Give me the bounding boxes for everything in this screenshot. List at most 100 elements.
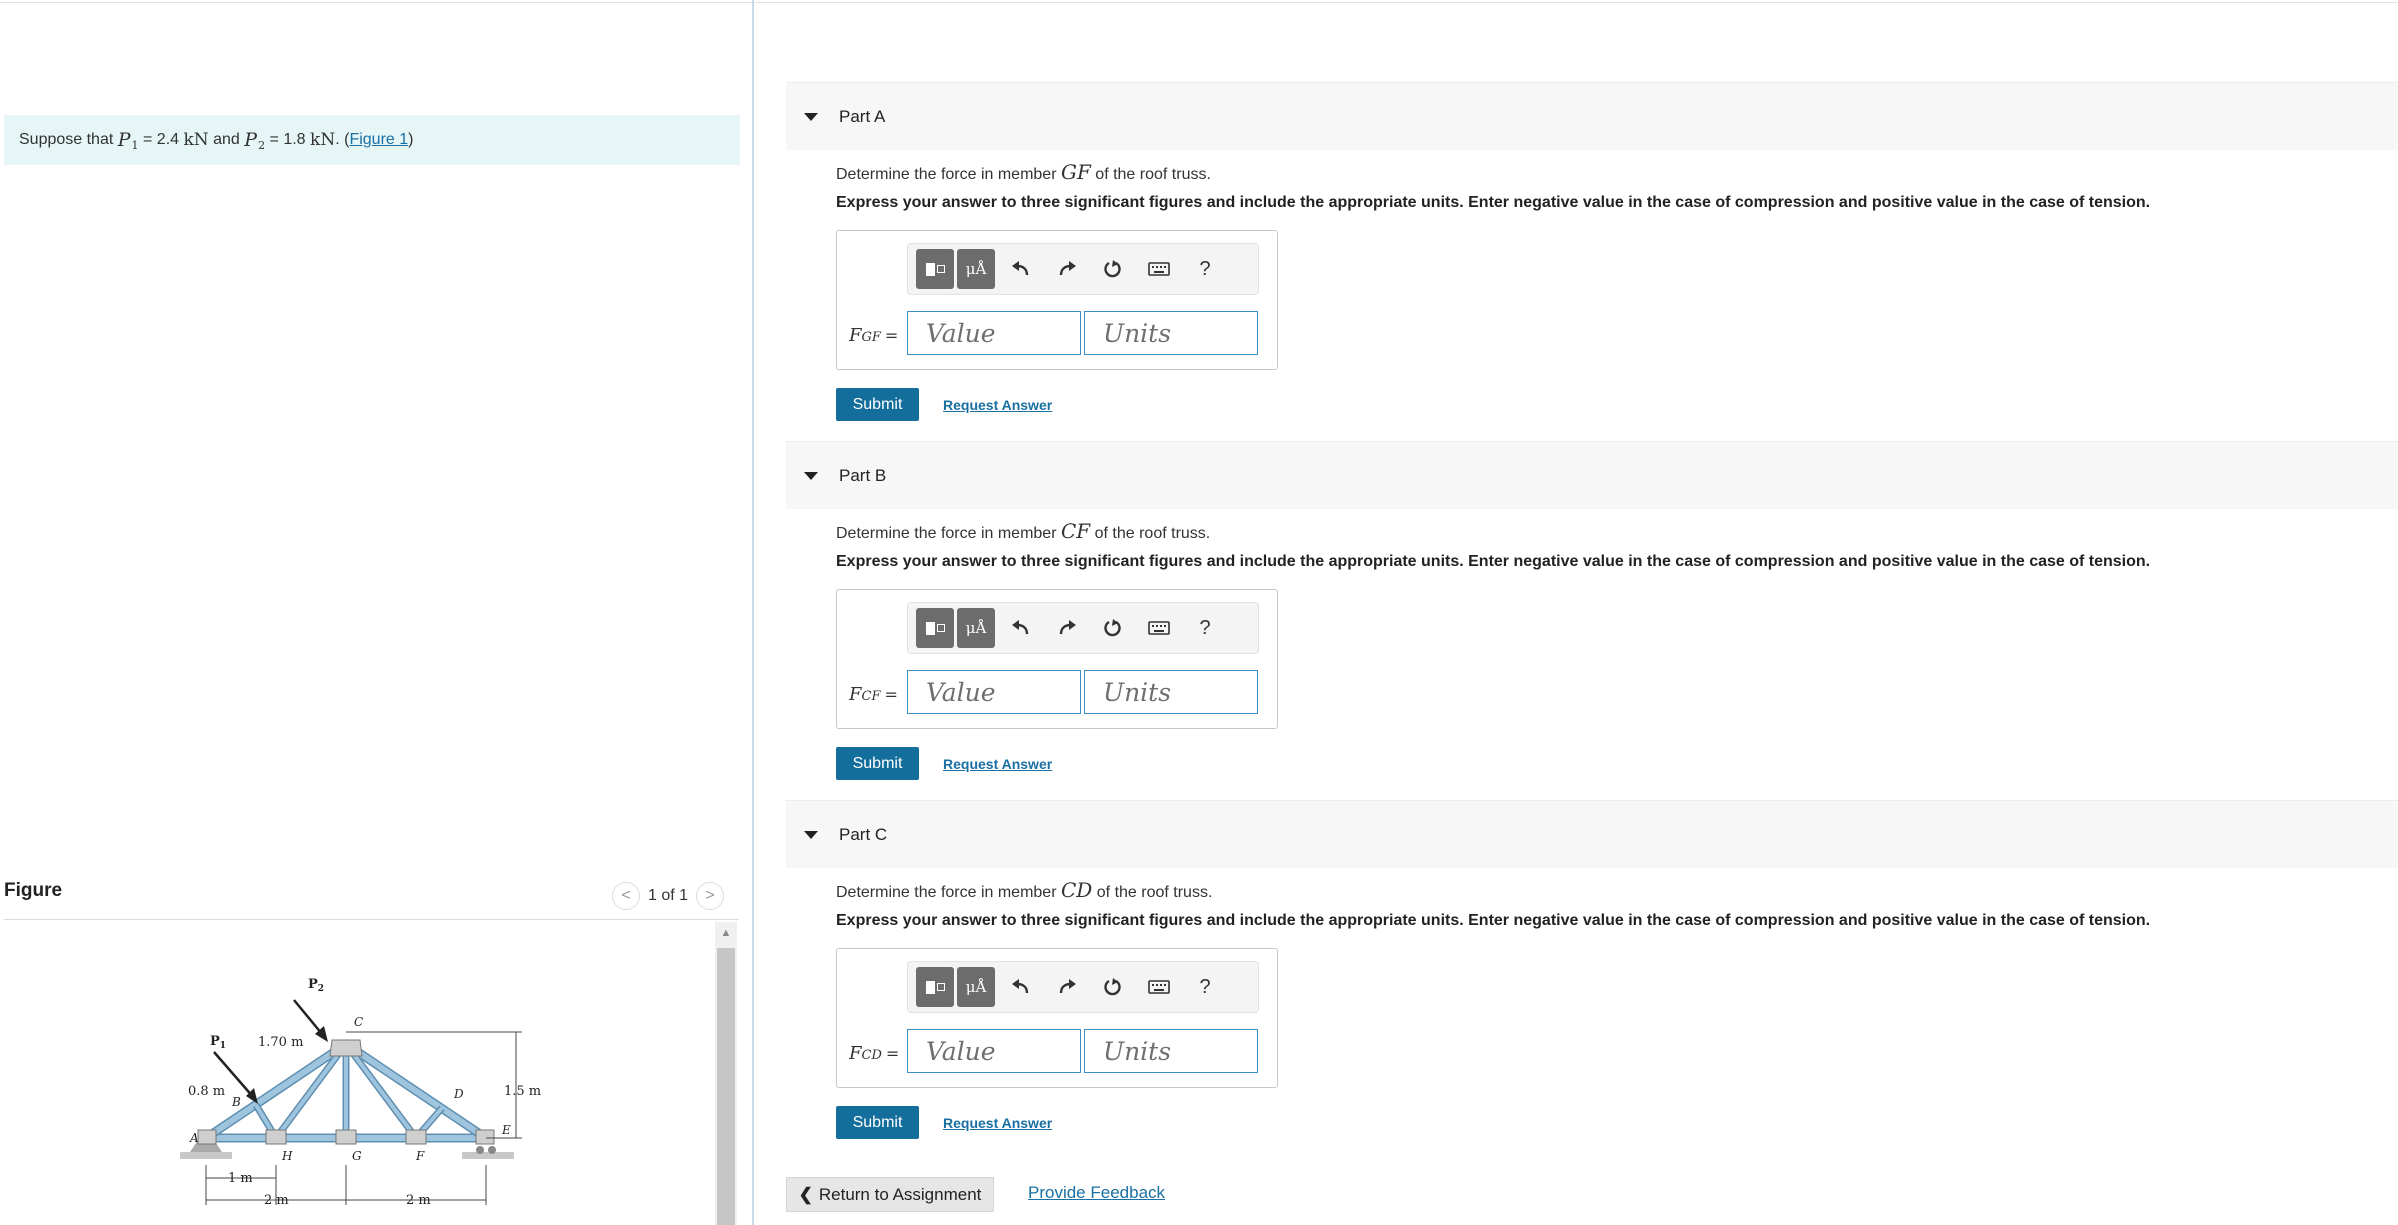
load-p2-arrow xyxy=(293,999,323,1035)
undo-icon[interactable] xyxy=(998,608,1044,648)
p2-unit: kN xyxy=(310,130,336,150)
help-icon[interactable]: ? xyxy=(1182,608,1228,648)
part-a-units-input[interactable] xyxy=(1084,311,1258,355)
part-b-member: CF xyxy=(1060,519,1091,543)
figure-divider xyxy=(4,919,739,920)
svg-text:C: C xyxy=(354,1015,363,1029)
part-b-request-answer-link[interactable]: Request Answer xyxy=(943,756,1052,772)
fig-label-2m-right: 2 m xyxy=(406,1193,431,1208)
part-a-value-input[interactable] xyxy=(907,311,1081,355)
svg-text:B: B xyxy=(231,1095,241,1109)
problem-panel: Suppose that P1 = 2.4 kN and P2 = 1.8 kN… xyxy=(0,0,754,1225)
svg-text:E: E xyxy=(501,1123,511,1137)
keyboard-icon[interactable] xyxy=(1136,967,1182,1007)
part-a-title: Part A xyxy=(839,106,886,126)
figure-pager: < 1 of 1 > xyxy=(612,882,725,910)
help-icon[interactable]: ? xyxy=(1182,249,1228,289)
units-button[interactable]: μÅ xyxy=(957,249,995,289)
help-icon[interactable]: ? xyxy=(1182,967,1228,1007)
fig-label-1m: 1 m xyxy=(228,1171,253,1186)
reset-icon[interactable] xyxy=(1090,967,1136,1007)
part-c-member: CD xyxy=(1060,878,1093,902)
templates-button[interactable] xyxy=(916,608,954,648)
redo-icon[interactable] xyxy=(1044,249,1090,289)
part-b-value-input[interactable] xyxy=(907,670,1081,714)
chevron-left-icon: < xyxy=(621,887,631,904)
redo-icon[interactable] xyxy=(1044,967,1090,1007)
figure-heading: Figure xyxy=(4,880,63,901)
part-c-question: Determine the force in member CD of the … xyxy=(836,878,1213,902)
svg-text:G: G xyxy=(352,1149,362,1163)
parts-panel: Part A Determine the force in member GF … xyxy=(786,0,2398,1225)
problem-intro: Suppose that xyxy=(19,131,114,148)
reset-icon[interactable] xyxy=(1090,249,1136,289)
scroll-up-arrow-icon[interactable]: ▲ xyxy=(715,922,737,944)
part-a-answer-box: μÅ ? FGF = xyxy=(836,230,1278,370)
part-c-title: Part C xyxy=(839,824,888,844)
part-c-units-input[interactable] xyxy=(1084,1029,1258,1073)
and-text: and xyxy=(213,131,240,148)
units-button[interactable]: μÅ xyxy=(957,608,995,648)
part-b-title: Part B xyxy=(839,465,887,485)
provide-feedback-link[interactable]: Provide Feedback xyxy=(1028,1183,1165,1203)
part-c-request-answer-link[interactable]: Request Answer xyxy=(943,1115,1052,1131)
fig-label-08m: 0.8 m xyxy=(188,1084,225,1099)
p2-symbol: P xyxy=(244,129,258,151)
right-ground xyxy=(462,1152,514,1159)
next-figure-button[interactable]: > xyxy=(696,882,725,910)
part-c-equation-label: FCD = xyxy=(849,1043,900,1064)
units-button[interactable]: μÅ xyxy=(957,967,995,1007)
fig-label-15m: 1.5 m xyxy=(504,1084,541,1099)
scroll-thumb[interactable] xyxy=(717,948,735,1225)
chevron-left-icon: ❮ xyxy=(798,1184,813,1204)
keyboard-icon[interactable] xyxy=(1136,249,1182,289)
math-toolbar: μÅ ? xyxy=(907,602,1259,654)
part-a-request-answer-link[interactable]: Request Answer xyxy=(943,397,1052,413)
keyboard-icon[interactable] xyxy=(1136,608,1182,648)
caret-down-icon xyxy=(804,112,818,121)
return-label: Return to Assignment xyxy=(818,1184,982,1204)
part-a-member: GF xyxy=(1060,160,1091,184)
templates-button[interactable] xyxy=(916,249,954,289)
part-b-equation-label: FCF = xyxy=(849,684,898,705)
undo-icon[interactable] xyxy=(998,967,1044,1007)
p1-subscript: 1 xyxy=(131,138,139,152)
part-a-question: Determine the force in member GF of the … xyxy=(836,160,1211,184)
part-c-header[interactable]: Part C xyxy=(786,800,2398,868)
roller-support-e-2 xyxy=(488,1146,496,1154)
fig-label-170m: 1.70 m xyxy=(258,1035,303,1050)
part-b-submit-button[interactable]: Submit xyxy=(836,747,919,780)
part-b-units-input[interactable] xyxy=(1084,670,1258,714)
part-b-header[interactable]: Part B xyxy=(786,441,2398,509)
templates-button[interactable] xyxy=(916,967,954,1007)
part-a-header[interactable]: Part A xyxy=(786,82,2398,150)
part-a-equation-label: FGF = xyxy=(849,325,899,346)
prev-figure-button[interactable]: < xyxy=(612,882,640,910)
reset-icon[interactable] xyxy=(1090,608,1136,648)
p2-value: = 1.8 xyxy=(269,131,306,148)
caret-down-icon xyxy=(804,830,818,839)
math-toolbar: μÅ ? xyxy=(907,243,1259,295)
math-toolbar: μÅ ? xyxy=(907,961,1259,1013)
figure-scrollbar[interactable]: ▲ xyxy=(715,922,737,1225)
part-b-answer-box: μÅ ? FCF = xyxy=(836,589,1278,729)
part-a-submit-button[interactable]: Submit xyxy=(836,388,919,421)
roller-support-e-1 xyxy=(476,1146,484,1154)
fig-label-p1: P1 xyxy=(210,1034,226,1051)
part-c-submit-button[interactable]: Submit xyxy=(836,1106,919,1139)
part-b-body: Determine the force in member CF of the … xyxy=(836,519,2336,780)
svg-text:D: D xyxy=(453,1087,464,1101)
redo-icon[interactable] xyxy=(1044,608,1090,648)
fig-label-2m-left: 2 m xyxy=(264,1193,289,1208)
part-a-body: Determine the force in member GF of the … xyxy=(836,160,2336,421)
problem-statement: Suppose that P1 = 2.4 kN and P2 = 1.8 kN… xyxy=(4,115,740,165)
p2-subscript: 2 xyxy=(258,138,266,152)
part-c-value-input[interactable] xyxy=(907,1029,1081,1073)
chevron-right-icon: > xyxy=(705,887,715,904)
part-c-body: Determine the force in member CD of the … xyxy=(836,878,2336,1139)
return-to-assignment-button[interactable]: ❮ Return to Assignment xyxy=(786,1177,994,1212)
fig-label-p2: P2 xyxy=(308,977,324,994)
undo-icon[interactable] xyxy=(998,249,1044,289)
figure-1-link[interactable]: Figure 1 xyxy=(349,131,408,149)
part-b-question: Determine the force in member CF of the … xyxy=(836,519,1211,543)
